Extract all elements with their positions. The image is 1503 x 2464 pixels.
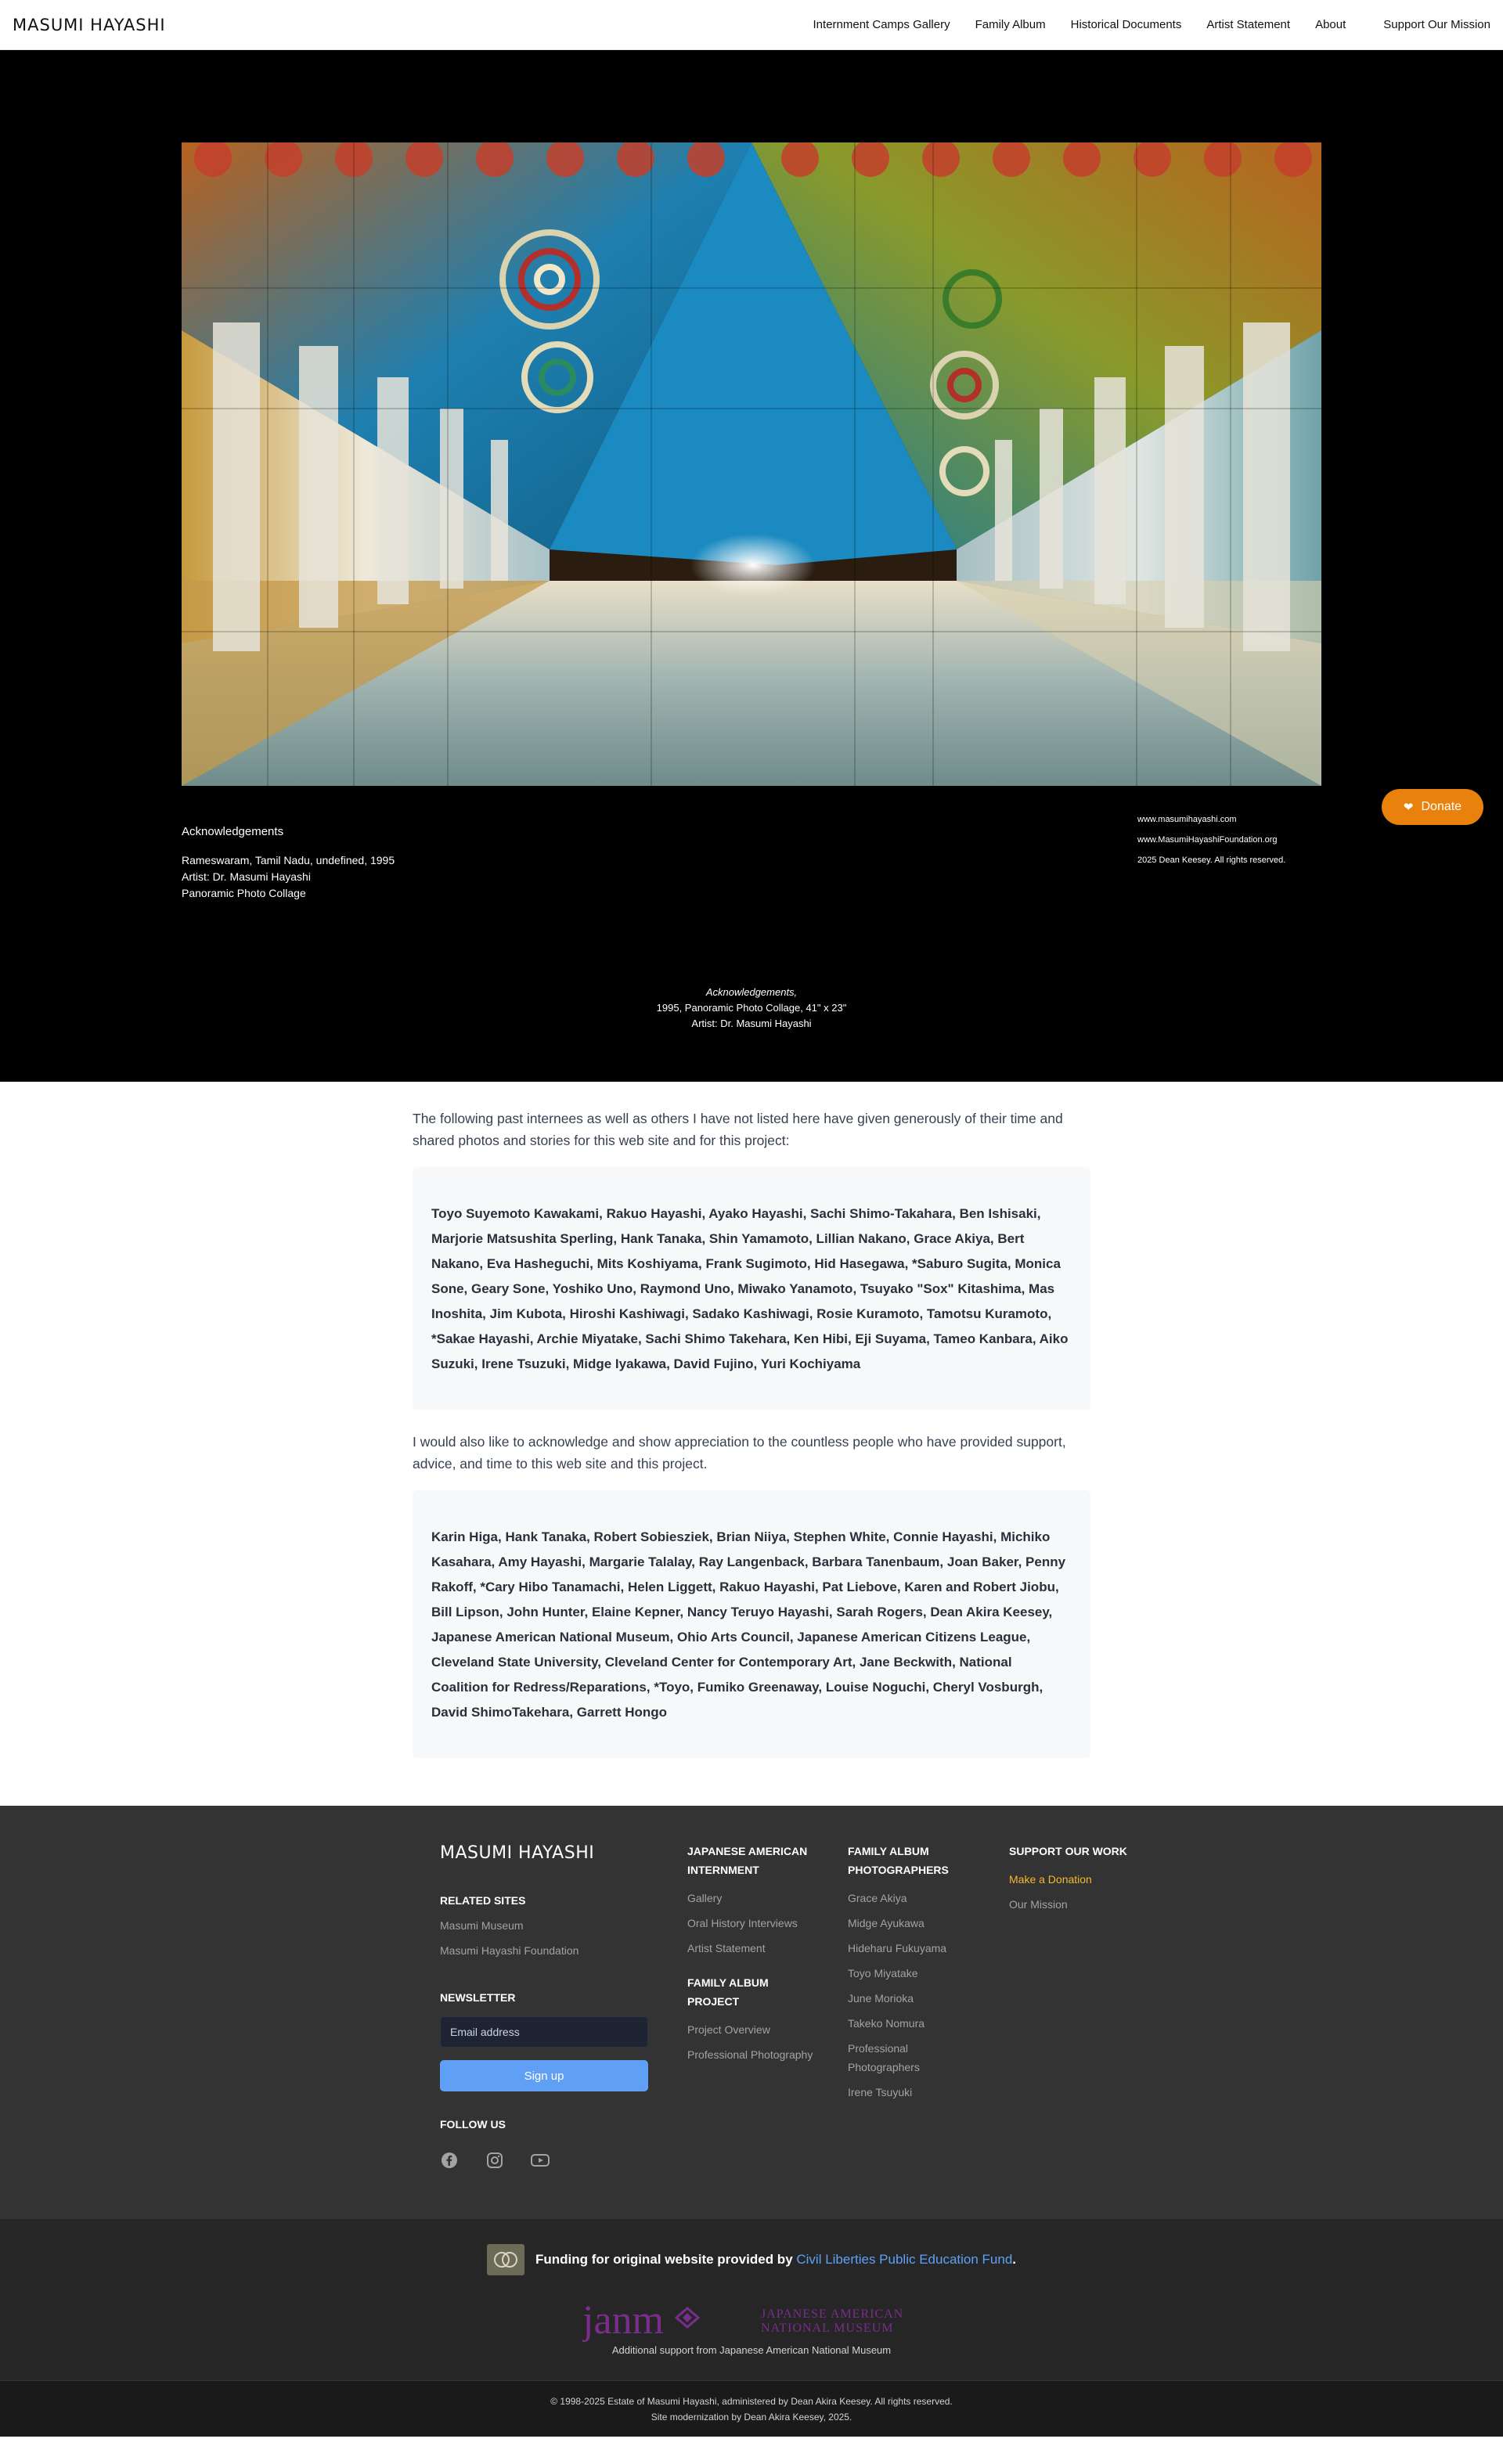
signup-button[interactable]: Sign up [440, 2060, 648, 2091]
link-professional-photography[interactable]: Professional Photography [687, 2045, 820, 2064]
link-gallery[interactable]: Gallery [687, 1889, 820, 1907]
link-masumi-museum[interactable]: Masumi Museum [440, 1916, 648, 1935]
janm-name-line-1: JAPANESE AMERICAN [761, 2307, 903, 2321]
supporters-list: Karin Higa, Hank Tanaka, Robert Sobieszi… [431, 1529, 1066, 1720]
link-make-a-donation[interactable]: Make a Donation [1009, 1870, 1127, 1889]
instagram-icon[interactable] [485, 2151, 504, 2170]
donate-button[interactable]: ❤ Donate [1382, 789, 1483, 825]
link-hideharu-fukuyama[interactable]: Hideharu Fukuyama [848, 1939, 957, 1958]
janm-wordmark: janm [582, 2298, 664, 2343]
main-nav: Internment Camps Gallery Family Album Hi… [813, 18, 1490, 31]
janm-logo[interactable]: janm JAPANESE AMERICAN NATIONAL MUSEUM [581, 2297, 911, 2344]
footer-main: MASUMI HAYASHI RELATED SITES Masumi Muse… [0, 1806, 1503, 2219]
nav-support-our-mission[interactable]: Support Our Mission [1383, 18, 1490, 31]
caption-url-2: www.MasumiHayashiFoundation.org [1137, 835, 1278, 845]
link-takeko-nomura[interactable]: Takeko Nomura [848, 2014, 957, 2033]
second-paragraph: I would also like to acknowledge and sho… [413, 1434, 1066, 1472]
photographers-heading: FAMILY ALBUM PHOTOGRAPHERS [848, 1845, 949, 1876]
caption-location: Rameswaram, Tamil Nadu, undefined, 1995 [182, 854, 395, 866]
link-clpef[interactable]: Civil Liberties Public Education Fund [796, 2252, 1012, 2267]
newsletter-heading: NEWSLETTER [440, 1991, 516, 2004]
site-brand[interactable]: MASUMI HAYASHI [13, 16, 166, 34]
link-our-mission[interactable]: Our Mission [1009, 1895, 1127, 1914]
facebook-icon[interactable] [440, 2151, 459, 2170]
footer-col-support: SUPPORT OUR WORK Make a Donation Our Mis… [1009, 1842, 1127, 1914]
site-footer: MASUMI HAYASHI RELATED SITES Masumi Muse… [0, 1806, 1503, 2437]
internees-list: Toyo Suyemoto Kawakami, Rakuo Hayashi, A… [431, 1206, 1069, 1371]
donate-label: Donate [1421, 800, 1462, 813]
link-oral-history[interactable]: Oral History Interviews [687, 1914, 820, 1933]
supporters-list-box: Karin Higa, Hank Tanaka, Robert Sobieszi… [413, 1490, 1090, 1758]
intro-paragraph: The following past internees as well as … [413, 1111, 1063, 1148]
acknowledgements-content: The following past internees as well as … [413, 1082, 1090, 1806]
support-heading: SUPPORT OUR WORK [1009, 1845, 1127, 1857]
temple-corridor-image [182, 142, 1321, 786]
artwork-details: 1995, Panoramic Photo Collage, 41" x 23" [656, 1002, 847, 1014]
artwork-caption: Acknowledgements, 1995, Panoramic Photo … [0, 985, 1503, 1032]
hero-section: Acknowledgements Rameswaram, Tamil Nadu,… [0, 50, 1503, 1082]
link-toyo-miyatake[interactable]: Toyo Miyatake [848, 1964, 957, 1983]
caption-title: Acknowledgements [182, 825, 284, 838]
caption-url-1: www.masumihayashi.com [1137, 815, 1237, 824]
caption-rights: 2025 Dean Keesey. All rights reserved. [1137, 856, 1286, 865]
heart-icon: ❤ [1403, 801, 1414, 814]
link-project-overview[interactable]: Project Overview [687, 2020, 820, 2039]
link-midge-ayukawa[interactable]: Midge Ayukawa [848, 1914, 957, 1933]
funding-section: Funding for original website provided by… [0, 2219, 1503, 2380]
photo-caption: Acknowledgements Rameswaram, Tamil Nadu,… [182, 825, 395, 902]
link-artist-statement[interactable]: Artist Statement [687, 1939, 820, 1958]
artwork-title: Acknowledgements, [705, 986, 798, 998]
related-sites-heading: RELATED SITES [440, 1894, 526, 1907]
footer-col-photographers: FAMILY ALBUM PHOTOGRAPHERS Grace Akiya M… [848, 1842, 957, 2102]
site-header: MASUMI HAYASHI Internment Camps Gallery … [0, 0, 1503, 50]
nav-historical-documents[interactable]: Historical Documents [1071, 18, 1182, 31]
footer-col-internment: JAPANESE AMERICAN INTERNMENT Gallery Ora… [687, 1842, 820, 2064]
link-professional-photographers[interactable]: Professional Photographers [848, 2039, 934, 2077]
copyright-line-1: © 1998-2025 Estate of Masumi Hayashi, ad… [550, 2395, 953, 2407]
copyright-line-2: Site modernization by Dean Akira Keesey,… [651, 2411, 852, 2423]
social-links [440, 2151, 648, 2170]
link-irene-tsuyuki[interactable]: Irene Tsuyuki [848, 2083, 957, 2102]
hero-photo-collage[interactable] [182, 142, 1321, 786]
internees-list-box: Toyo Suyemoto Kawakami, Rakuo Hayashi, A… [413, 1167, 1090, 1410]
link-masumi-hayashi-foundation[interactable]: Masumi Hayashi Foundation [440, 1941, 648, 1960]
funding-text: Funding for original website provided by… [535, 2252, 1017, 2267]
artwork-artist: Artist: Dr. Masumi Hayashi [691, 1018, 812, 1029]
nav-artist-statement[interactable]: Artist Statement [1206, 18, 1290, 31]
nav-about[interactable]: About [1315, 18, 1346, 31]
follow-us-heading: FOLLOW US [440, 2118, 506, 2131]
nav-family-album[interactable]: Family Album [975, 18, 1046, 31]
link-grace-akiya[interactable]: Grace Akiya [848, 1889, 957, 1907]
caption-artist: Artist: Dr. Masumi Hayashi [182, 870, 311, 883]
nav-internment-camps-gallery[interactable]: Internment Camps Gallery [813, 18, 950, 31]
copyright-bar: © 1998-2025 Estate of Masumi Hayashi, ad… [0, 2380, 1503, 2437]
email-input[interactable]: Email address [440, 2016, 648, 2048]
family-album-project-heading: FAMILY ALBUM PROJECT [687, 1976, 769, 2008]
caption-medium: Panoramic Photo Collage [182, 887, 306, 899]
link-june-morioka[interactable]: June Morioka [848, 1989, 957, 2008]
youtube-icon[interactable] [531, 2151, 550, 2170]
copyright-caption: www.masumihayashi.com www.MasumiHayashiF… [1137, 809, 1285, 870]
janm-support-text: Additional support from Japanese America… [611, 2344, 892, 2356]
clpef-logo [486, 2244, 524, 2275]
footer-col-brand: MASUMI HAYASHI RELATED SITES Masumi Muse… [440, 1843, 648, 2170]
internment-heading: JAPANESE AMERICAN INTERNMENT [687, 1845, 808, 1876]
janm-name-line-2: NATIONAL MUSEUM [761, 2322, 894, 2335]
footer-brand[interactable]: MASUMI HAYASHI [440, 1843, 648, 1863]
